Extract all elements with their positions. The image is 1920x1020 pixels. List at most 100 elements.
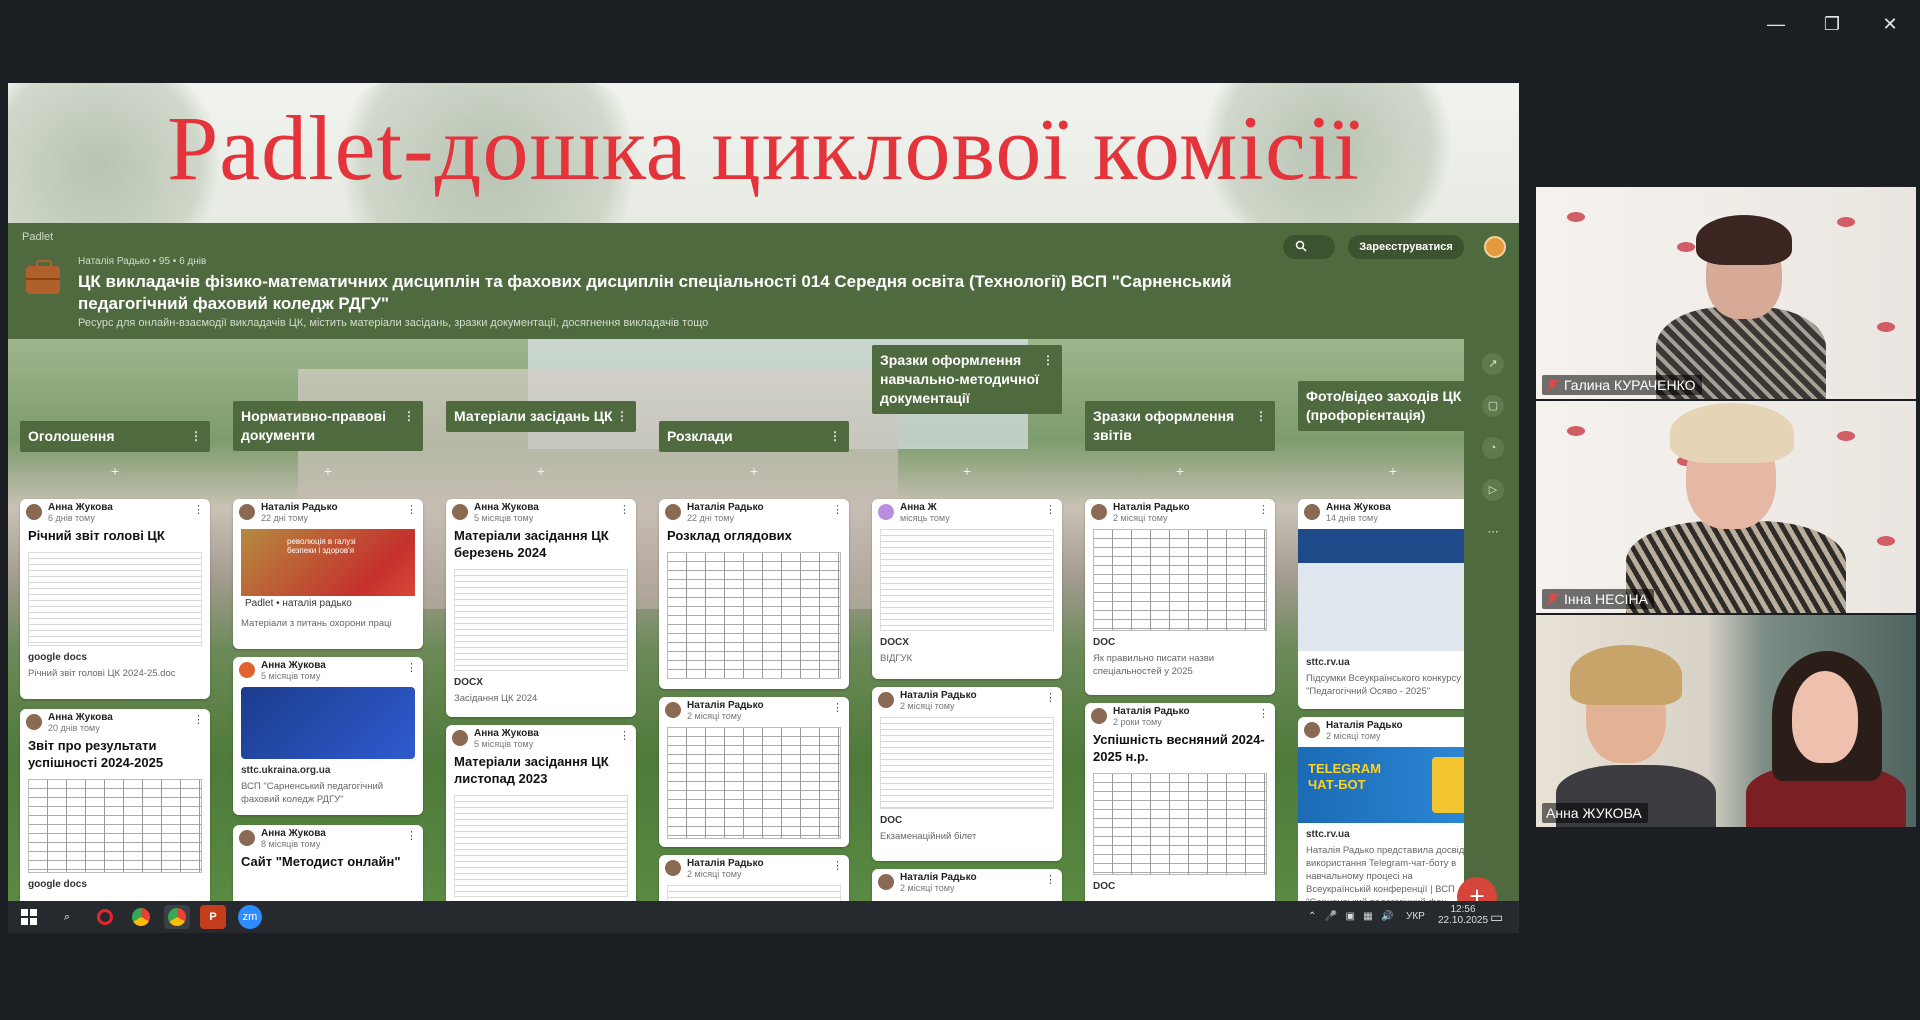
post-card[interactable]: Наталія Радько 22 дні тому ⋮ революція в г… — [233, 499, 423, 649]
more-icon[interactable]: ⋮ — [832, 503, 843, 516]
column-header[interactable]: Фото/відео заходів ЦК (профорієнтація) ⋮ — [1298, 381, 1464, 431]
more-icon[interactable]: ⋮ — [406, 503, 417, 516]
clock-date: 22.10.2025 — [1438, 915, 1489, 926]
more-icon[interactable]: ⋮ — [190, 427, 202, 446]
column-header[interactable]: Зразки оформлення навчально-методичної д… — [872, 345, 1062, 414]
post-card[interactable]: Анна Жмісяць тому ⋮ DOCX ВІДГУК — [872, 499, 1062, 679]
windows-start-icon[interactable] — [16, 905, 42, 929]
author-name: Анна Ж — [900, 502, 937, 513]
language-indicator[interactable]: УКР — [1406, 901, 1425, 933]
participant-video-active-speaker[interactable]: Анна ЖУКОВА — [1536, 615, 1916, 827]
post-card[interactable]: Наталія Радько 2 місяці тому ⋮ — [659, 697, 849, 847]
author-name: Наталія Радько — [900, 872, 977, 883]
column-header[interactable]: Розклади ⋮ — [659, 421, 849, 452]
notification-icon[interactable]: ▭ — [1490, 901, 1503, 933]
more-icon[interactable]: ⋮ — [1045, 503, 1056, 516]
author-name: Наталія Радько — [687, 700, 764, 711]
tray-icons[interactable]: ⌃ 🎤 ▣ ▦ 🔊 — [1308, 901, 1394, 933]
more-icon[interactable]: ⋮ — [832, 859, 843, 872]
more-icon[interactable]: ⋮ — [403, 407, 415, 426]
opera-icon[interactable] — [92, 905, 118, 929]
padlet-logo[interactable]: Padlet — [22, 231, 53, 243]
participant-name: Інна НЕСІНА — [1542, 589, 1654, 609]
robot-icon — [1432, 757, 1464, 813]
attachment-source: sttc.ukraina.org.ua — [241, 765, 331, 776]
bell-icon[interactable]: ◔ — [1482, 437, 1504, 459]
avatar — [452, 504, 468, 520]
restore-button[interactable]: ❐ — [1812, 14, 1852, 38]
chrome-icon[interactable] — [128, 905, 154, 929]
add-post-button[interactable]: + — [20, 463, 210, 479]
post-card[interactable]: Анна Жукова 5 місяців тому ⋮ Матеріали зас… — [446, 725, 636, 903]
more-icon[interactable]: ⋮ — [619, 503, 630, 516]
avatar — [239, 830, 255, 846]
remix-icon[interactable]: ▢ — [1482, 395, 1504, 417]
avatar — [26, 714, 42, 730]
more-icon[interactable]: ⋮ — [1255, 407, 1267, 426]
more-icon[interactable]: ⋮ — [832, 701, 843, 714]
more-icon[interactable]: ⋮ — [619, 729, 630, 742]
column-header[interactable]: Оголошення ⋮ — [20, 421, 210, 452]
search-button[interactable] — [1283, 235, 1335, 259]
column-header[interactable]: Зразки оформлення звітів ⋮ — [1085, 401, 1275, 451]
share-icon[interactable]: ↗ — [1482, 353, 1504, 375]
search-icon[interactable]: ⌕ — [54, 905, 80, 929]
add-post-button[interactable]: + — [446, 463, 636, 479]
add-post-button[interactable]: + — [1298, 463, 1464, 479]
column-header[interactable]: Нормативно-правові документи ⋮ — [233, 401, 423, 451]
post-card[interactable]: Наталія Радько 2 роки тому ⋮ Успішність ве… — [1085, 703, 1275, 903]
post-card[interactable]: Анна Жукова14 днів тому⋮ sttc.rv.ua Підс… — [1298, 499, 1464, 709]
more-icon[interactable]: ⋮ — [193, 713, 204, 726]
column-header[interactable]: Матеріали засідань ЦК ⋮ — [446, 401, 636, 432]
more-icon[interactable]: ⋮ — [406, 829, 417, 842]
participant-video[interactable]: Галина КУРАЧЕНКО — [1536, 187, 1916, 399]
avatar — [239, 662, 255, 678]
attachment-source: Padlet • наталія радько — [241, 596, 415, 611]
more-icon[interactable]: ⋮ — [616, 407, 628, 426]
clock[interactable]: 12:56 22.10.2025 — [1438, 904, 1488, 933]
post-card[interactable]: Анна Жукова 6 днів тому ⋮ Річний звіт голо… — [20, 499, 210, 699]
more-icon[interactable]: ⋮ — [406, 661, 417, 674]
more-icon[interactable]: ⋯ — [1482, 521, 1504, 543]
more-icon[interactable]: ⋮ — [1258, 503, 1269, 516]
add-post-button[interactable]: + — [1085, 463, 1275, 479]
add-post-button[interactable]: + — [872, 463, 1062, 479]
table-thumbnail — [667, 552, 841, 679]
card-author: Наталія Радько 22 дні тому ⋮ — [233, 499, 423, 525]
more-icon[interactable]: ⋮ — [1258, 707, 1269, 720]
signup-button[interactable]: Зареєструватися — [1348, 235, 1464, 259]
play-icon[interactable]: ▷ — [1482, 479, 1504, 501]
post-card[interactable]: Анна Жукова 8 місяців тому ⋮ Сайт "Методис… — [233, 825, 423, 903]
minimize-button[interactable]: — — [1756, 14, 1796, 38]
avatar — [1091, 708, 1107, 724]
more-icon[interactable]: ⋮ — [193, 503, 204, 516]
padlet-board: Оголошення ⋮ + Анна Жукова 6 днів тому ⋮ Р… — [8, 339, 1464, 903]
more-icon[interactable]: ⋮ — [1045, 873, 1056, 886]
post-card[interactable]: Анна Жукова 5 місяців тому ⋮ Матеріали зас… — [446, 499, 636, 717]
more-icon[interactable]: ⋮ — [1042, 351, 1054, 370]
more-icon[interactable]: ⋮ — [1045, 691, 1056, 704]
post-card[interactable]: Наталія Радько2 місяці тому⋮ TELEGRAM ЧА… — [1298, 717, 1464, 903]
author-name: Наталія Радько — [900, 690, 977, 701]
powerpoint-icon[interactable]: P — [200, 905, 226, 929]
card-author: Анна Жукова 6 днів тому ⋮ — [20, 499, 210, 525]
post-card[interactable]: Наталія Радько 2 місяці тому ⋮ — [659, 855, 849, 903]
post-title: Матеріали засідання ЦК листопад 2023 — [454, 754, 609, 786]
post-card[interactable]: Наталія Радько 22 дні тому ⋮ Розклад огляд… — [659, 499, 849, 689]
add-post-button[interactable]: + — [659, 463, 849, 479]
post-title: Річний звіт голові ЦК — [28, 528, 165, 543]
add-post-button[interactable]: + — [233, 463, 423, 479]
more-icon[interactable]: ⋮ — [829, 427, 841, 446]
zoom-icon[interactable]: zm — [238, 905, 262, 929]
post-card[interactable]: Наталія Радько 2 місяці тому ⋮ — [872, 869, 1062, 903]
banner-title: Padlet-дошка циклової комісії — [167, 97, 1360, 199]
chrome-icon[interactable] — [164, 905, 190, 929]
close-button[interactable]: ✕ — [1870, 14, 1910, 38]
post-time: 5 місяців тому — [474, 513, 534, 523]
post-card[interactable]: Анна Жукова 5 місяців тому ⋮ sttc.ukraina.… — [233, 657, 423, 815]
participant-video[interactable]: Інна НЕСІНА — [1536, 401, 1916, 613]
user-avatar[interactable] — [1484, 236, 1506, 258]
post-card[interactable]: Анна Жукова 20 днів тому ⋮ Звіт про резуль… — [20, 709, 210, 903]
post-card[interactable]: Наталія Радько 2 місяці тому ⋮ DOC Як прав… — [1085, 499, 1275, 695]
post-card[interactable]: Наталія Радько 2 місяці тому ⋮ DOC Екзамен… — [872, 687, 1062, 861]
